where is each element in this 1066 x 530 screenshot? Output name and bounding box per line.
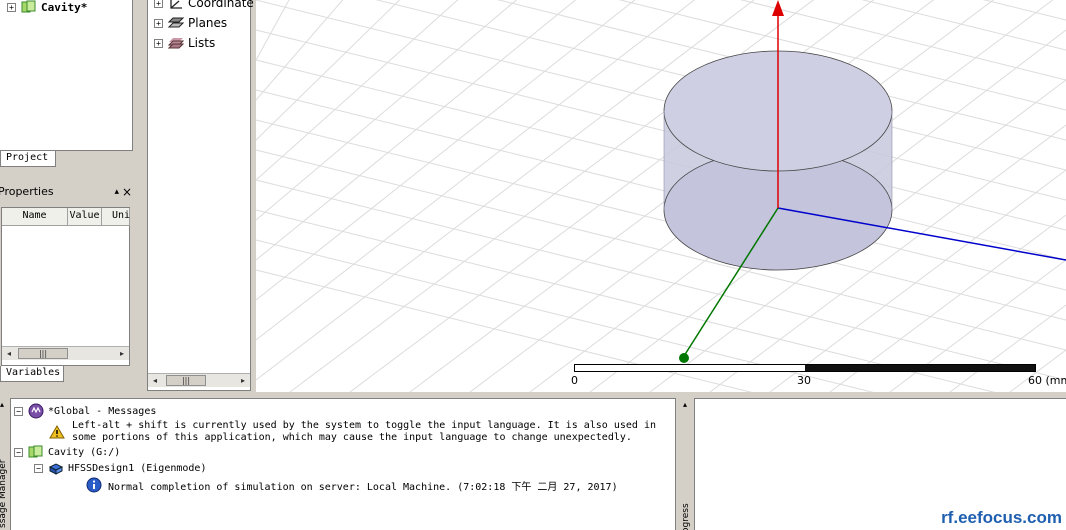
scale-ruler	[574, 364, 1036, 372]
pin-icon[interactable]: ▴	[114, 184, 119, 200]
global-messages-title: *Global - Messages	[48, 405, 157, 417]
watermark-text: rf.eefocus.com	[941, 508, 1062, 527]
info-message: Normal completion of simulation on serve…	[108, 482, 618, 493]
model-tree-panel: + Coordinate + Planes + Lists ◂ ||| ▸	[147, 0, 254, 391]
ruler-label-0: 0	[571, 374, 578, 387]
3d-modeler-viewport[interactable]: 0 30 60 (mm)	[256, 0, 1066, 392]
tree-item-coordinate[interactable]: + Coordinate	[154, 0, 254, 10]
hfss-design-icon	[48, 463, 64, 475]
message-manager-panel: − *Global - Messages Left-alt + shift is…	[10, 398, 676, 530]
expand-collapse-icon[interactable]: +	[7, 2, 16, 12]
column-header-unit[interactable]: Uni	[102, 208, 130, 226]
scroll-thumb[interactable]: |||	[18, 348, 68, 359]
tree-item-cavity[interactable]: + Cavity*	[7, 0, 87, 14]
scroll-left-icon[interactable]: ◂	[3, 347, 15, 360]
column-header-name[interactable]: Name	[2, 208, 68, 226]
project-icon	[28, 445, 43, 458]
properties-hscrollbar[interactable]: ◂ ||| ▸	[2, 346, 129, 360]
ruler-label-30: 30	[797, 374, 811, 387]
expand-collapse-icon[interactable]: −	[34, 463, 43, 473]
progress-tab-label[interactable]: ogress	[681, 489, 691, 530]
expand-collapse-icon[interactable]: +	[154, 0, 163, 8]
ruler-label-60: 60 (mm)	[1028, 374, 1066, 387]
y-axis-endpoint	[679, 353, 689, 363]
coordinate-axes-icon	[170, 0, 182, 9]
ruler-black-segment	[805, 365, 1035, 371]
scroll-thumb[interactable]: |||	[166, 375, 206, 386]
properties-header: Properties ▴ ×	[0, 184, 135, 200]
tree-item-lists[interactable]: + Lists	[154, 36, 215, 50]
expand-collapse-icon[interactable]: +	[154, 38, 163, 48]
scroll-right-icon[interactable]: ▸	[116, 347, 128, 360]
tree-item-label: Coordinate	[188, 0, 254, 10]
warning-message-line-1: Left-alt + shift is currently used by th…	[72, 420, 656, 431]
properties-title: Properties	[0, 185, 54, 198]
project-icon	[21, 0, 36, 13]
column-header-value[interactable]: Value	[68, 208, 102, 226]
tree-item-label: Planes	[188, 16, 228, 30]
global-messages-icon	[28, 403, 44, 419]
design-node-label: HFSSDesign1 (Eigenmode)	[68, 462, 207, 474]
expand-collapse-icon[interactable]: −	[14, 406, 23, 416]
tab-variables[interactable]: Variables	[0, 366, 64, 382]
message-group-global[interactable]: − *Global - Messages	[14, 403, 156, 419]
pin-icon[interactable]: ▴	[683, 400, 687, 409]
warning-icon	[49, 425, 65, 439]
scroll-left-icon[interactable]: ◂	[149, 374, 161, 387]
tab-project[interactable]: Project	[0, 151, 56, 167]
hfss-window: + Cavity* Project Properties ▴ × Name Va…	[0, 0, 1066, 530]
message-group-design[interactable]: − HFSSDesign1 (Eigenmode)	[34, 461, 206, 475]
project-manager-panel: + Cavity*	[0, 0, 133, 151]
model-tree-hscrollbar[interactable]: ◂ ||| ▸	[148, 373, 250, 387]
lists-icon	[168, 38, 184, 49]
properties-grid: Name Value Uni ◂ ||| ▸	[1, 207, 130, 366]
tree-item-label: Lists	[188, 36, 216, 50]
close-icon[interactable]: ×	[122, 184, 132, 200]
expand-collapse-icon[interactable]: +	[154, 18, 163, 28]
grid-plane	[256, 0, 1066, 392]
project-node-label: Cavity (G:/)	[48, 446, 121, 458]
planes-icon	[168, 17, 184, 28]
tree-item-planes[interactable]: + Planes	[154, 16, 227, 30]
message-manager-tab-label[interactable]: ssage Manager	[0, 458, 8, 528]
project-root-label: Cavity*	[41, 0, 88, 14]
viewport-canvas[interactable]	[256, 0, 1066, 392]
ruler-white-segment	[575, 365, 805, 371]
expand-collapse-icon[interactable]: −	[14, 447, 23, 457]
message-manager-sidebar[interactable]: ▴ ssage Manager	[0, 398, 9, 530]
progress-sidebar[interactable]: ▴ ogress	[680, 398, 692, 530]
scroll-right-icon[interactable]: ▸	[237, 374, 249, 387]
message-group-cavity[interactable]: − Cavity (G:/)	[14, 445, 120, 459]
warning-message-line-2: some portions of this application, which…	[72, 432, 632, 443]
pin-icon[interactable]: ▴	[0, 400, 4, 409]
info-icon	[86, 477, 102, 493]
